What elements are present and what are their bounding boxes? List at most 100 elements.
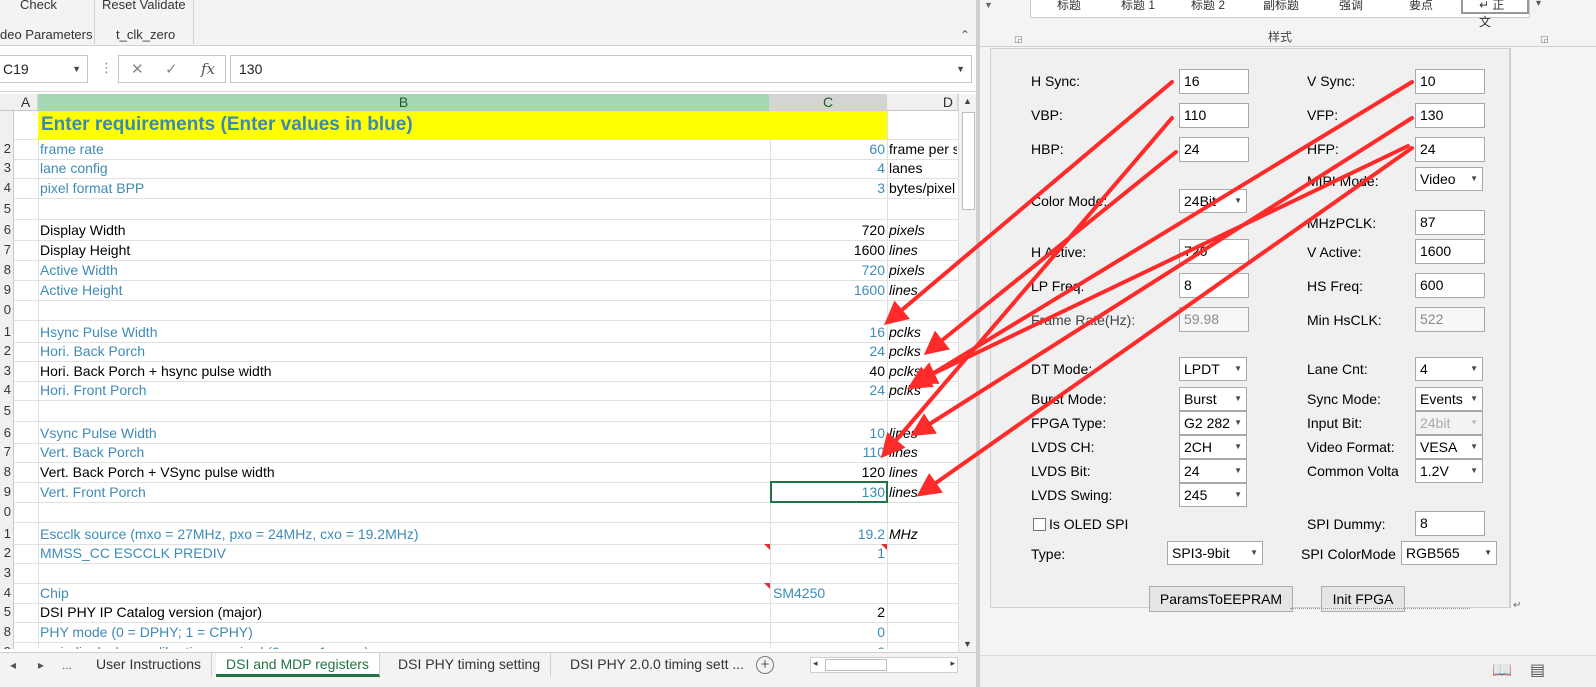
label-cell[interactable]: Hori. Back Porch [40, 342, 768, 360]
value-cell[interactable]: 120 [770, 463, 885, 481]
reset-validate-button[interactable]: Reset Validate [102, 0, 186, 12]
label-cell[interactable]: Vert. Back Porch + VSync pulse width [40, 463, 768, 481]
print-layout-icon[interactable]: ▤ [1530, 660, 1545, 680]
column-header-b[interactable]: B [38, 94, 770, 111]
comment-indicator[interactable] [764, 583, 770, 589]
unit-cell[interactable]: pclks [889, 342, 957, 360]
hfp-input[interactable]: 24 [1415, 137, 1485, 162]
tab-dsi-phy-2-timing-setting[interactable]: DSI PHY 2.0.0 timing sett ... [560, 653, 754, 677]
value-cell[interactable]: 110 [770, 443, 885, 461]
scroll-thumb[interactable] [962, 112, 975, 210]
label-cell[interactable]: Vert. Front Porch [40, 483, 768, 501]
lvdsch-select[interactable]: 2CH ▼ [1179, 435, 1247, 459]
scroll-up-icon[interactable]: ▲ [963, 96, 972, 106]
chevron-down-icon[interactable]: ▼ [72, 56, 81, 82]
enter-icon[interactable]: ✓ [165, 60, 178, 78]
style-strong[interactable]: 要点 [1409, 0, 1433, 13]
unit-cell[interactable]: lines [889, 424, 957, 442]
add-sheet-icon[interactable]: + [756, 656, 774, 674]
row-number[interactable]: 4 [4, 382, 11, 397]
color-mode-select[interactable]: 24Bit ▼ [1179, 189, 1247, 213]
common-volt-select[interactable]: 1.2V ▼ [1415, 459, 1483, 483]
row-number[interactable]: 4 [4, 180, 11, 195]
sheet-next-icon[interactable]: ▸ [38, 658, 44, 672]
label-cell[interactable]: Escclk source (mxo = 27MHz, pxo = 24MHz,… [40, 525, 768, 543]
label-cell[interactable]: MMSS_CC ESCCLK PREDIV [40, 544, 768, 562]
unit-cell[interactable]: lines [889, 443, 957, 461]
sync-mode-select[interactable]: Events ▼ [1415, 387, 1483, 411]
label-cell[interactable]: Vert. Back Porch [40, 443, 768, 461]
row-number[interactable]: 9 [4, 484, 11, 499]
lvdsswing-select[interactable]: 245 ▼ [1179, 483, 1247, 507]
row-number[interactable]: 8 [4, 262, 11, 277]
label-cell[interactable]: DSI PHY IP Catalog version (major) [40, 603, 768, 621]
vsync-input[interactable]: 10 [1415, 69, 1485, 94]
value-cell[interactable]: 720 [770, 261, 885, 279]
tab-dsi-and-mdp-registers[interactable]: DSI and MDP registers [216, 653, 380, 677]
mhzpclk-input[interactable]: 87 [1415, 210, 1485, 235]
row-number[interactable]: 1 [4, 526, 11, 541]
row-number[interactable]: 2 [4, 141, 11, 156]
label-cell[interactable]: Chip [40, 584, 768, 602]
hsfreq-input[interactable]: 600 [1415, 273, 1485, 298]
unit-cell[interactable]: lines [889, 241, 957, 259]
row-number[interactable]: 4 [4, 585, 11, 600]
burst-select[interactable]: Burst ▼ [1179, 387, 1247, 411]
drag-handle-icon[interactable]: ⋮ [100, 60, 113, 76]
row-number[interactable]: 6 [4, 222, 11, 237]
vfp-input[interactable]: 130 [1415, 103, 1485, 128]
style-normal[interactable]: ↵ 正文 [1461, 0, 1529, 29]
value-cell[interactable]: 19.2 [770, 525, 885, 543]
label-cell[interactable]: Display Width [40, 221, 768, 239]
scroll-left-icon[interactable]: ◂ [813, 658, 818, 669]
unit-cell[interactable]: lanes [889, 159, 957, 177]
dtmode-select[interactable]: LPDT ▼ [1179, 357, 1247, 381]
label-cell[interactable]: Active Width [40, 261, 768, 279]
name-box[interactable]: C19 ▼ [0, 55, 88, 83]
column-header-c[interactable]: C [770, 94, 887, 111]
row-number[interactable]: 2 [4, 545, 11, 560]
lanecnt-select[interactable]: 4 ▼ [1415, 357, 1483, 381]
row-number[interactable]: 2 [4, 343, 11, 358]
unit-cell[interactable]: lines [889, 281, 957, 299]
vertical-scrollbar[interactable]: ▲ ▼ [958, 94, 978, 654]
unit-cell[interactable]: pixels [889, 221, 957, 239]
unit-cell[interactable]: pclks [889, 362, 957, 380]
cell-grid[interactable]: Enter requirements (Enter values in blue… [14, 111, 958, 649]
style-heading-1[interactable]: 标题 1 [1121, 0, 1155, 13]
label-cell[interactable]: PHY mode (0 = DPHY; 1 = CPHY) [40, 623, 768, 641]
unit-cell[interactable]: pixels [889, 261, 957, 279]
style-emphasis[interactable]: 强调 [1339, 0, 1363, 13]
collapse-ribbon-icon[interactable]: ⌃ [960, 28, 970, 42]
insert-function-icon[interactable]: fx [201, 60, 215, 78]
horizontal-scrollbar[interactable]: ◂ ▸ [810, 657, 958, 673]
label-cell[interactable]: Hori. Back Porch + hsync pulse width [40, 362, 768, 380]
unit-cell[interactable]: pclks [889, 323, 957, 341]
row-number[interactable]: 1 [4, 324, 11, 339]
unit-cell[interactable]: MHz [889, 525, 957, 543]
value-cell[interactable]: 60 [770, 140, 885, 158]
label-cell[interactable]: Vsync Pulse Width [40, 424, 768, 442]
style-heading[interactable]: 标题 [1057, 0, 1081, 13]
sheet-prev-icon[interactable]: ◂ [10, 658, 16, 672]
hsync-input[interactable]: 16 [1179, 69, 1249, 94]
column-header-a[interactable]: A [14, 94, 38, 111]
more-sheets-button[interactable]: ... [62, 658, 72, 672]
unit-cell[interactable]: lines [889, 463, 957, 481]
label-cell[interactable]: Display Height [40, 241, 768, 259]
lpfreq-input[interactable]: 8 [1179, 273, 1249, 298]
value-cell[interactable]: 1600 [770, 281, 885, 299]
style-subtitle[interactable]: 副标题 [1263, 0, 1299, 13]
cancel-icon[interactable]: ✕ [131, 60, 144, 78]
value-cell[interactable]: 720 [770, 221, 885, 239]
value-cell[interactable]: 2 [770, 603, 885, 621]
expand-formula-icon[interactable]: ▼ [956, 56, 965, 82]
value-cell[interactable]: 10 [770, 424, 885, 442]
tab-dsi-phy-timing-setting[interactable]: DSI PHY timing setting [388, 653, 552, 677]
label-cell[interactable]: Hori. Front Porch [40, 381, 768, 399]
unit-cell[interactable]: frame per s [889, 140, 957, 158]
hactive-input[interactable]: 720 [1179, 239, 1249, 264]
value-cell[interactable]: 1600 [770, 241, 885, 259]
value-cell[interactable]: 0 [770, 643, 885, 649]
value-cell[interactable]: 0 [770, 623, 885, 641]
